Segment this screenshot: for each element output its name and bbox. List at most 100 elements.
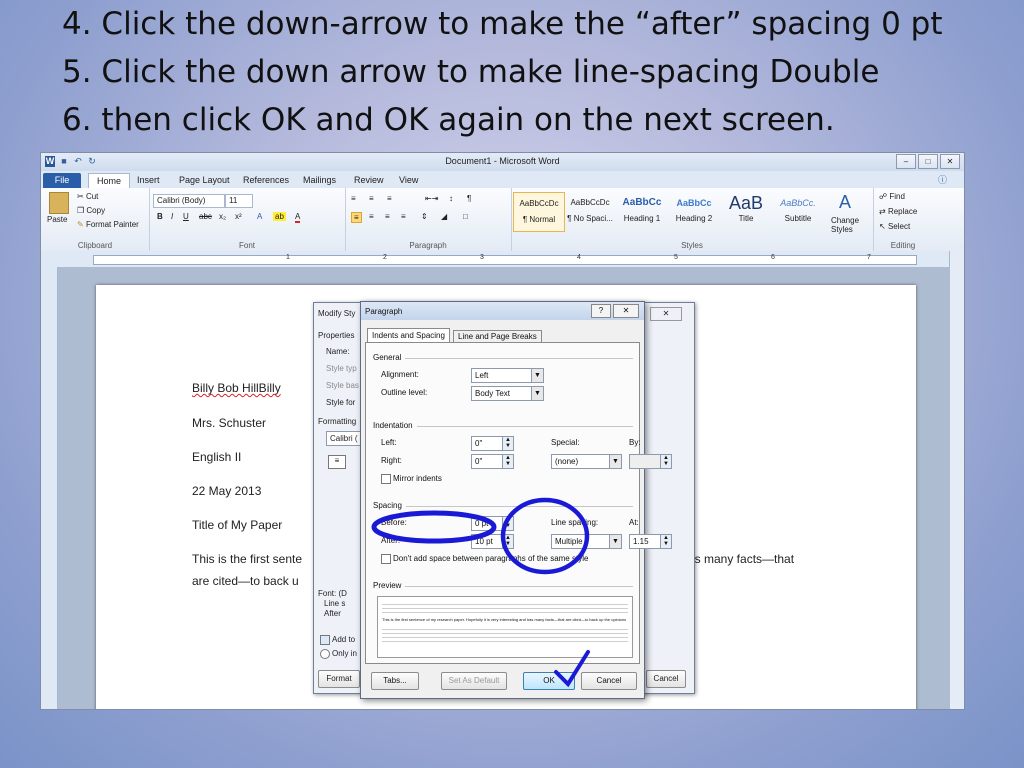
change-styles-button[interactable]: Change Styles [831,216,869,234]
alignment-select[interactable]: Left ▼ [471,368,544,383]
style-preview: AaBbCcDc [519,199,559,208]
spacing-legend: Spacing [373,501,406,510]
mirror-indents-checkbox[interactable] [381,474,391,484]
spin-arrows-icon[interactable]: ▲ ▼ [502,535,513,548]
minimize-button[interactable]: – [896,154,916,169]
italic-button[interactable]: I [171,212,173,221]
style-heading-1[interactable]: AaBbCc Heading 1 [617,192,667,230]
tabs-button[interactable]: Tabs... [371,672,419,690]
dont-add-space-checkbox[interactable] [381,554,391,564]
help-icon[interactable]: ⓘ [938,173,947,188]
cancel-button[interactable]: Cancel [581,672,637,690]
style-heading-2[interactable]: AaBbCc Heading 2 [669,192,719,230]
left-indent-spinner[interactable]: 0" ▲ ▼ [471,436,514,451]
sort-icon[interactable]: ↕ [449,194,453,203]
vertical-scrollbar[interactable] [949,251,964,709]
add-to-gallery-checkbox[interactable] [320,635,330,645]
subscript-button[interactable]: x₂ [219,212,226,221]
tab-file[interactable]: File [43,173,81,188]
replace-button[interactable]: ⇄ Replace [879,207,917,216]
tab-page-layout[interactable]: Page Layout [179,173,230,188]
before-value: 0 pt [475,519,489,528]
paragraph-title-bar: Paragraph ? ✕ [361,302,644,320]
modify-cancel-button[interactable]: Cancel [646,670,686,688]
modify-align-icon[interactable]: ≡ [328,455,346,469]
paste-button[interactable]: Paste [47,215,67,224]
pilcrow-icon[interactable]: ¶ [467,194,471,203]
maximize-button[interactable]: □ [918,154,938,169]
style-preview: AaBbCc [676,198,712,208]
alignment-value: Left [475,371,489,380]
set-as-default-button[interactable]: Set As Default [441,672,507,690]
close-button[interactable]: ✕ [940,154,960,169]
numbering-icon[interactable]: ≡ [369,194,374,203]
spin-arrows-icon[interactable]: ▲ ▼ [502,437,513,450]
spacing-section: Spacing [373,501,633,510]
ruler-mark: 7 [867,254,871,261]
style-no-spacing[interactable]: AaBbCcDc ¶ No Spaci... [565,192,615,230]
style-normal[interactable]: AaBbCcDc ¶ Normal [513,192,565,232]
preview-next-lines [382,626,628,642]
at-spinner[interactable]: 1.15 ▲ ▼ [629,534,672,549]
tab-indents-spacing[interactable]: Indents and Spacing [367,328,450,343]
style-preview: AaB [728,193,764,213]
ok-button[interactable]: OK [523,672,575,690]
font-color-button[interactable]: A [295,212,301,223]
spin-arrows-icon[interactable]: ▲ ▼ [660,535,671,548]
shading-icon[interactable]: ◢ [441,212,447,221]
right-indent-spinner[interactable]: 0" ▲ ▼ [471,454,514,469]
font-size-combo[interactable]: 11 [225,194,253,208]
tab-references[interactable]: References [243,173,289,188]
outline-level-select[interactable]: Body Text ▼ [471,386,544,401]
align-center-icon[interactable]: ≡ [369,212,374,221]
font-name-combo[interactable]: Calibri (Body) [153,194,225,208]
spin-arrows-icon[interactable]: ▲ ▼ [660,455,671,468]
style-subtitle[interactable]: AaBbCc. Subtitle [773,192,823,230]
after-spinner[interactable]: 10 pt ▲ ▼ [471,534,514,549]
cut-button[interactable]: ✂ Cut [77,192,98,201]
modify-close-button[interactable]: ✕ [650,307,682,321]
before-spinner[interactable]: 0 pt ▲ ▼ [471,516,514,531]
indent-icon[interactable]: ⇤⇥ [425,194,438,203]
line-spacing-icon[interactable]: ⇕ [421,212,428,221]
select-button[interactable]: ↖ Select [879,222,910,231]
spin-arrows-icon[interactable]: ▲ ▼ [502,517,513,530]
left-indent-value: 0" [475,439,483,448]
multilevel-list-icon[interactable]: ≡ [387,194,392,203]
superscript-button[interactable]: x² [235,212,242,221]
bullets-icon[interactable]: ≡ [351,194,356,203]
align-right-icon[interactable]: ≡ [385,212,390,221]
line-spacing-select[interactable]: Multiple ▼ [551,534,622,549]
find-button[interactable]: ☍ Find [879,192,905,201]
tab-home[interactable]: Home [88,173,130,189]
underline-button[interactable]: U [183,212,189,221]
text-effects-button[interactable]: A [257,212,262,221]
tab-mailings[interactable]: Mailings [303,173,336,188]
justify-icon[interactable]: ≡ [401,212,406,221]
borders-icon[interactable]: □ [463,212,468,221]
modify-format-button[interactable]: Format [318,670,360,688]
special-select[interactable]: (none) ▼ [551,454,622,469]
align-left-icon[interactable]: ≡ [351,212,362,223]
tab-review[interactable]: Review [354,173,384,188]
strikethrough-button[interactable]: abc [199,212,212,221]
spin-arrows-icon[interactable]: ▲ ▼ [502,455,513,468]
copy-button[interactable]: ❐ Copy [77,206,105,215]
change-styles-icon[interactable]: A [839,192,851,213]
paste-icon[interactable] [49,192,69,214]
dont-add-space-label: Don't add space between paragraphs of th… [393,554,589,563]
format-painter-button[interactable]: ✎ Format Painter [77,220,139,229]
horizontal-ruler[interactable]: 1 2 3 4 5 6 7 [41,251,964,268]
by-spinner[interactable]: ▲ ▼ [629,454,672,469]
highlight-button[interactable]: ab [273,212,286,221]
help-button[interactable]: ? [591,304,611,318]
doc-line-class: English II [192,450,242,464]
font-label: Font [238,241,255,250]
bold-button[interactable]: B [157,212,163,221]
tab-view[interactable]: View [399,173,418,188]
dialog-close-button[interactable]: ✕ [613,304,639,318]
style-title[interactable]: AaB Title [721,192,771,230]
ruler-mark: 1 [286,254,290,261]
tab-insert[interactable]: Insert [137,173,160,188]
only-in-radio[interactable] [320,649,330,659]
